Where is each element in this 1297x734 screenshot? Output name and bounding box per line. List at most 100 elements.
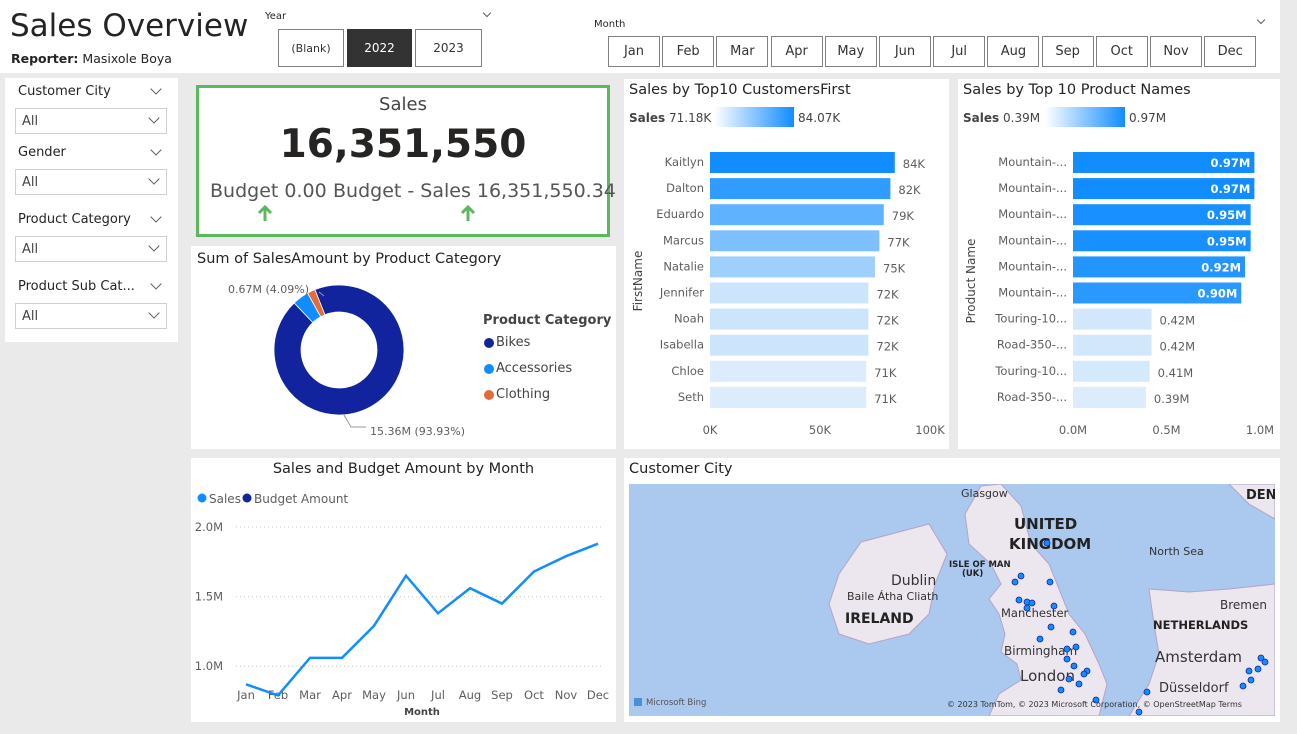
year-tile-blank[interactable]: (Blank) [278, 29, 344, 67]
data-label: 71K [874, 366, 897, 380]
city-dot[interactable] [1254, 665, 1262, 673]
chevron-down-icon [148, 112, 160, 124]
map-label: Manchester [1001, 606, 1069, 620]
bar[interactable] [1073, 334, 1152, 356]
legend-dot [484, 364, 494, 374]
axis-label: Product Name [964, 239, 978, 324]
city-dot[interactable] [1075, 680, 1083, 688]
sales-budget-line-chart[interactable]: Sales Budget Amount1.0M1.5M2.0MJan Feb Mar A… [191, 458, 616, 722]
sales-line[interactable] [245, 542, 599, 697]
city-dot[interactable] [1011, 578, 1019, 586]
x-tick-label: Jun [396, 688, 415, 702]
category-label: Kaitlyn [665, 155, 704, 169]
map-label: Düsseldorf [1159, 681, 1229, 696]
legend-gradient [714, 107, 794, 127]
category-label: Marcus [663, 233, 704, 247]
city-dot[interactable] [1015, 596, 1023, 604]
month-tile-mar[interactable]: Mar [716, 36, 769, 67]
city-dot[interactable] [1050, 602, 1058, 610]
year-tile-2023[interactable]: 2023 [415, 29, 482, 67]
city-dot[interactable] [1069, 628, 1077, 636]
data-label: 0.90M [1197, 287, 1237, 301]
bar[interactable] [1073, 308, 1152, 330]
city-dot[interactable] [1247, 676, 1255, 684]
city-dot[interactable] [1046, 578, 1054, 586]
map-attribution: © 2023 TomTom, © 2023 Microsoft Corporat… [947, 700, 1242, 709]
donut-legend-title: Product Category [483, 313, 612, 328]
bar[interactable] [710, 152, 895, 173]
month-tile-oct[interactable]: Oct [1095, 36, 1148, 67]
x-tick-label: Mar [299, 688, 321, 702]
legend-item[interactable]: Bikes [496, 335, 530, 350]
bar[interactable] [1073, 386, 1146, 408]
bar[interactable] [1073, 360, 1150, 382]
data-label: 0.41M [1158, 366, 1194, 380]
bar[interactable] [710, 360, 867, 382]
city-dot[interactable] [1245, 667, 1253, 675]
products-bar-chart[interactable]: Sales 0.39M 0.97M Product Name Mountain-... 0… [958, 79, 1280, 449]
month-tile-jul[interactable]: Jul [933, 36, 986, 67]
bar[interactable] [710, 386, 867, 408]
bar[interactable] [710, 256, 875, 278]
city-dot[interactable] [1072, 643, 1080, 651]
year-tile-2022[interactable]: 2022 [347, 29, 412, 67]
city-dot[interactable] [1065, 675, 1073, 683]
city-dot[interactable] [1063, 655, 1071, 663]
filter-dropdown[interactable]: All [15, 169, 167, 195]
month-tile-apr[interactable]: Apr [770, 36, 823, 67]
city-dot[interactable] [1047, 623, 1055, 631]
data-label: 0.92M [1201, 260, 1241, 274]
month-tile-aug[interactable]: Aug [987, 36, 1040, 67]
month-tile-may[interactable]: May [824, 36, 877, 67]
month-tile-feb[interactable]: Feb [662, 36, 715, 67]
city-dot[interactable] [1036, 635, 1044, 643]
city-dot[interactable] [1135, 708, 1143, 716]
city-dot[interactable] [1043, 539, 1051, 547]
city-dot[interactable] [1143, 688, 1151, 696]
map-label: Bremen [1220, 598, 1267, 612]
filter-dropdown[interactable]: All [15, 303, 167, 329]
bar[interactable] [710, 204, 884, 226]
legend-item[interactable]: Accessories [496, 361, 572, 376]
bar[interactable] [710, 334, 869, 356]
city-dot[interactable] [1028, 599, 1036, 607]
legend-min: 71.18K [669, 111, 712, 125]
city-dot[interactable] [1057, 686, 1065, 694]
customers-bar-chart[interactable]: Sales 71.18K 84.07K FirstName Kaitlyn 84K Dalt… [624, 79, 949, 449]
bar[interactable] [710, 308, 869, 330]
kpi-budget: Budget 0.00 [210, 180, 327, 202]
donut-slice-bikes[interactable] [273, 284, 405, 416]
filter-label: Product Sub Cat... [18, 279, 135, 294]
bar[interactable] [710, 230, 880, 252]
customer-city-map[interactable]: GlasgowUNITEDKINGDOMISLE OF MAN(UK)Dubli… [629, 484, 1275, 716]
map-title: Customer City [629, 461, 733, 477]
kpi-diff: Budget - Sales 16,351,550.34 [333, 180, 616, 202]
bar[interactable] [710, 178, 891, 200]
legend-item[interactable]: Clothing [496, 387, 550, 402]
bar[interactable] [710, 282, 869, 304]
month-tile-sep[interactable]: Sep [1041, 36, 1094, 67]
month-tile-jan[interactable]: Jan [608, 36, 660, 67]
filter-dropdown[interactable]: All [15, 108, 167, 134]
city-dot[interactable] [1063, 645, 1071, 653]
data-label: 72K [876, 288, 899, 302]
city-dot[interactable] [1239, 682, 1247, 690]
map-label: Dublin [891, 573, 936, 589]
filter-dropdown[interactable]: All [15, 236, 167, 262]
legend-item: Sales [209, 492, 241, 506]
filter-label: Customer City [18, 84, 111, 99]
data-label: 0.95M [1207, 234, 1247, 248]
city-dot[interactable] [1017, 572, 1025, 580]
month-tile-jun[interactable]: Jun [879, 36, 931, 67]
x-tick-label: Dec [587, 688, 609, 702]
donut-chart[interactable]: 0.67M (4.09%) 15.36M (93.93%) [191, 246, 616, 449]
city-dot[interactable] [1080, 670, 1088, 678]
city-dot[interactable] [1023, 604, 1031, 612]
city-dot[interactable] [1070, 662, 1078, 670]
category-label: Chloe [671, 364, 704, 378]
x-tick-label: Jan [236, 688, 255, 702]
month-tile-dec[interactable]: Dec [1204, 36, 1257, 67]
city-dot[interactable] [1261, 658, 1269, 666]
arrow-up-icon [257, 205, 273, 221]
month-tile-nov[interactable]: Nov [1150, 36, 1202, 67]
